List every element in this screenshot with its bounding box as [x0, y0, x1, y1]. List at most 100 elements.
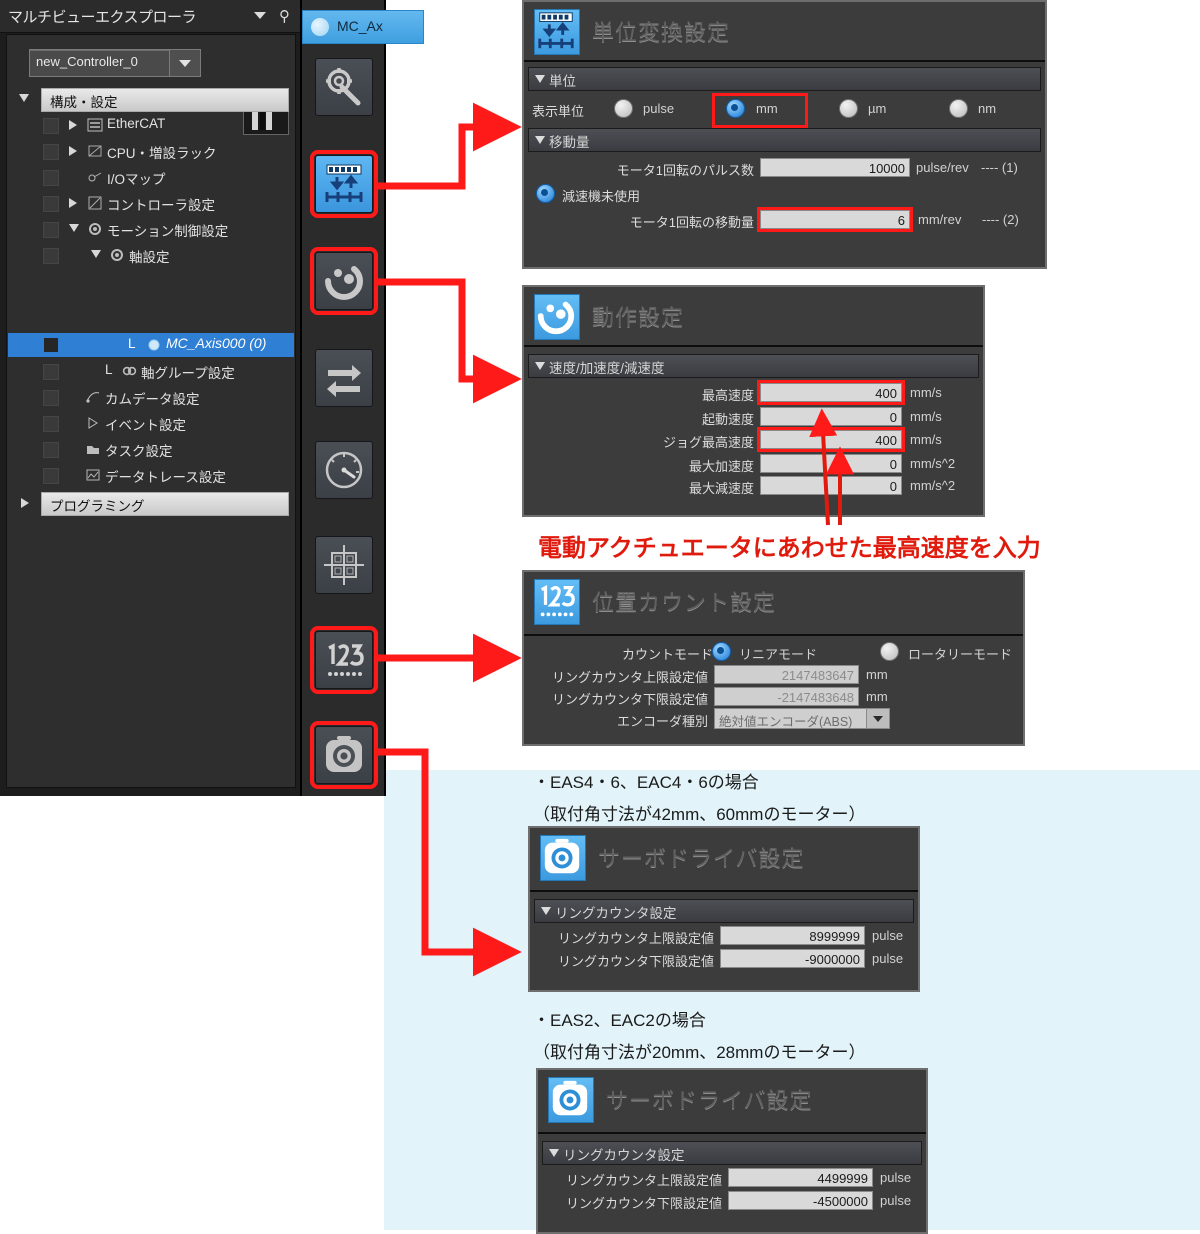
- axisgroup-icon: [121, 363, 137, 379]
- chevron-down-icon[interactable]: [866, 709, 889, 728]
- max-velocity-input[interactable]: 400: [757, 380, 905, 405]
- tree-label-iomap: I/Oマップ: [107, 172, 166, 187]
- note2-line2: （取付角寸法が20mm、28mmのモーター）: [533, 1043, 866, 1062]
- servo-driver-panel-1: サーボドライバ設定 リングカウンタ設定 リングカウンタ上限設定値 8999999…: [528, 826, 920, 992]
- encoder-type-value: 絶対値エンコーダ(ABS): [719, 715, 853, 729]
- max-accel-unit: mm/s^2: [910, 456, 956, 471]
- tree-label-config: 構成・設定: [50, 95, 118, 110]
- chevron-down-icon[interactable]: [254, 12, 266, 19]
- tree-label-cam-data: カムデータ設定: [105, 392, 200, 407]
- radio-um[interactable]: [839, 99, 858, 118]
- unit-panel-title: 単位変換設定: [592, 20, 731, 45]
- radio-um-label: µm: [868, 101, 887, 116]
- ring-upper-input[interactable]: 2147483647: [714, 665, 859, 684]
- operation-settings-icon[interactable]: [310, 247, 378, 315]
- servo1-upper-input[interactable]: 8999999: [720, 926, 865, 945]
- tree-label-axis-group: 軸グループ設定: [141, 366, 235, 381]
- max-decel-input[interactable]: 0: [760, 476, 902, 495]
- servo2-lower-input[interactable]: -4500000: [728, 1191, 873, 1210]
- tree-label-cpu-rack: CPU・増設ラック: [107, 146, 217, 161]
- pulses-input[interactable]: 10000: [760, 158, 910, 177]
- group-speed-label: 速度/加速度/減速度: [549, 361, 665, 376]
- group-travel[interactable]: 移動量: [528, 128, 1041, 152]
- jog-max-velocity-row: ジョグ最高速度 400 mm/s: [524, 427, 983, 453]
- servo2-upper-input[interactable]: 4499999: [728, 1168, 873, 1187]
- radio-pulse[interactable]: [614, 99, 633, 118]
- expander-closed-icon[interactable]: [21, 498, 29, 508]
- radio-linear-mode[interactable]: [712, 642, 731, 661]
- tree-row-iomap[interactable]: I/Oマップ: [7, 165, 295, 189]
- radio-nm[interactable]: [949, 99, 968, 118]
- expander-open-icon[interactable]: [91, 250, 101, 258]
- radio-rotary-mode[interactable]: [880, 642, 899, 661]
- group-speed-accel-decel[interactable]: 速度/加速度/減速度: [528, 354, 979, 378]
- servo1-lower-input[interactable]: -9000000: [720, 949, 865, 968]
- multiview-explorer: マルチビューエクスプローラ ⚲ new_Controller_0 構成・設定 E…: [0, 0, 302, 796]
- max-accel-input[interactable]: 0: [760, 454, 902, 473]
- max-velocity-label: 最高速度: [701, 388, 754, 403]
- unit-conversion-icon[interactable]: [310, 150, 378, 218]
- tree-label-programming: プログラミング: [50, 499, 145, 514]
- servo2-upper-unit: pulse: [880, 1170, 912, 1185]
- encoder-type-combo[interactable]: 絶対値エンコーダ(ABS): [714, 708, 890, 729]
- no-gear-label: 減速機未使用: [562, 189, 641, 204]
- ring-lower-input[interactable]: -2147483648: [714, 687, 859, 706]
- gauge-icon[interactable]: [315, 441, 373, 499]
- tree-row-config[interactable]: 構成・設定: [7, 87, 295, 112]
- chevron-down-icon[interactable]: [169, 50, 200, 76]
- pin-icon[interactable]: ⚲: [279, 7, 290, 25]
- controller-value: new_Controller_0: [36, 54, 138, 69]
- group-unit[interactable]: 単位: [528, 67, 1041, 91]
- servo2-upper-row: リングカウンタ上限設定値 4499999 pulse: [538, 1167, 926, 1190]
- servo-driver-icon[interactable]: [310, 721, 378, 789]
- tree-row-data-trace[interactable]: データトレース設定: [7, 463, 295, 487]
- group-ring-counter-2[interactable]: リングカウンタ設定: [542, 1141, 922, 1165]
- radio-no-gearbox[interactable]: [536, 184, 555, 203]
- operation-settings-panel: 動作設定 速度/加速度/減速度 最高速度 400 mm/s 起動速度 0 mm/…: [522, 285, 985, 517]
- tree-row-task[interactable]: タスク設定: [7, 437, 295, 461]
- tree-row-event[interactable]: イベント設定: [7, 411, 295, 435]
- tree-label-axis-settings: 軸設定: [129, 250, 170, 265]
- expander-open-icon[interactable]: [19, 94, 29, 102]
- note1-line1: ・EAS4・6、EAC4・6の場合: [533, 773, 759, 792]
- servo2-lower-label: リングカウンタ下限設定値: [565, 1196, 722, 1211]
- tree-row-mc-axis000[interactable]: L MC_Axis000 (0): [8, 333, 294, 357]
- swap-arrows-icon[interactable]: [315, 349, 373, 407]
- position-count-icon[interactable]: [310, 626, 378, 694]
- note1-line2: （取付角寸法が42mm、60mmのモーター）: [533, 805, 866, 824]
- expander-open-icon[interactable]: [69, 224, 79, 232]
- tree-row-motion-control[interactable]: モーション制御設定: [7, 217, 295, 241]
- chevron-down-icon: [535, 75, 545, 83]
- controller-combo[interactable]: new_Controller_0: [29, 49, 201, 77]
- tree-row-axis-settings[interactable]: 軸設定: [7, 243, 295, 267]
- group-ring-counter-2-label: リングカウンタ設定: [563, 1148, 685, 1163]
- arrow-operation-connector: [378, 278, 522, 404]
- tree-row-cpu-rack[interactable]: CPU・増設ラック: [7, 139, 295, 163]
- servo1-panel-header: サーボドライバ設定: [530, 828, 918, 892]
- radio-mm[interactable]: [726, 99, 745, 118]
- group-ring-counter-1[interactable]: リングカウンタ設定: [534, 899, 914, 923]
- pulses-ref: ---- (1): [981, 160, 1018, 175]
- group-ring-counter-1-label: リングカウンタ設定: [555, 906, 677, 921]
- expander-closed-icon[interactable]: [69, 146, 77, 156]
- jog-max-velocity-input[interactable]: 400: [757, 427, 905, 452]
- count-mode-row: カウントモード リニアモード ロータリーモード: [524, 640, 1023, 664]
- travel-input[interactable]: 6: [757, 207, 913, 232]
- gear-wrench-icon[interactable]: [315, 58, 373, 116]
- expander-closed-icon[interactable]: [69, 198, 77, 208]
- servo-driver-icon: [540, 835, 586, 881]
- tree-row-programming[interactable]: プログラミング: [7, 491, 295, 516]
- unit-conversion-panel: 単位変換設定 単位 表示単位 pulse mm µm nm 移動量 モータ1回転…: [522, 0, 1047, 269]
- tree-row-cam-data[interactable]: カムデータ設定: [7, 385, 295, 409]
- start-velocity-input[interactable]: 0: [760, 407, 902, 426]
- chevron-down-icon: [535, 136, 545, 144]
- travel-ref: ---- (2): [982, 212, 1019, 227]
- expander-closed-icon[interactable]: [69, 120, 77, 130]
- unit-conversion-icon: [534, 9, 580, 55]
- display-unit-label: 表示単位: [532, 104, 585, 119]
- tree-row-ethercat[interactable]: EtherCAT: [7, 113, 295, 137]
- tree-row-controller-settings[interactable]: コントローラ設定: [7, 191, 295, 215]
- crosshair-grid-icon[interactable]: [315, 536, 373, 594]
- tab-mc-axis000[interactable]: MC_Ax: [302, 10, 424, 44]
- tree-row-axis-group[interactable]: L 軸グループ設定: [7, 359, 295, 383]
